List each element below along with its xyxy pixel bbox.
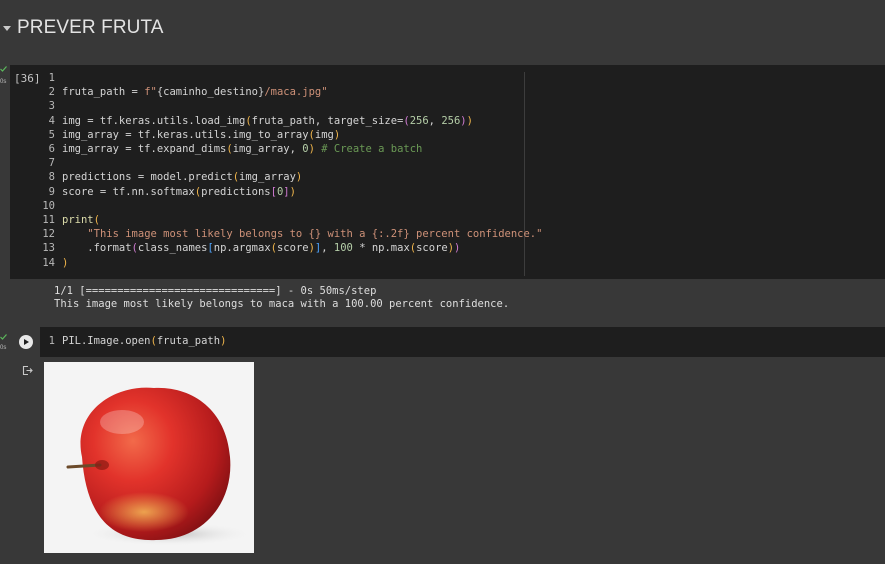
line-number: 14 — [42, 256, 55, 269]
line-number: 8 — [48, 171, 55, 184]
line-number: 11 — [42, 214, 55, 226]
code-line[interactable]: img = tf.keras.utils.load_img(fruta_path… — [62, 115, 473, 127]
code-line[interactable]: ) — [62, 257, 68, 269]
red-apple-photo — [66, 387, 254, 546]
code-line[interactable]: print( — [62, 214, 100, 226]
section-header[interactable]: PREVER FRUTA — [0, 0, 885, 58]
editor-ruler — [524, 72, 525, 276]
cell-run-time: 0s — [0, 345, 7, 351]
line-number: 12 — [42, 228, 55, 241]
line-number: 6 — [48, 143, 55, 155]
check-icon — [0, 334, 7, 340]
apple-image-output — [44, 362, 254, 553]
line-number: 1 — [48, 335, 55, 347]
line-number: 5 — [48, 128, 55, 141]
output-menu-icon[interactable] — [22, 365, 33, 376]
code-line[interactable]: PIL.Image.open(fruta_path) — [62, 335, 226, 347]
code-line[interactable]: score = tf.nn.softmax(predictions[0]) — [62, 186, 296, 198]
line-number: 9 — [48, 185, 55, 198]
code-line[interactable]: img_array = tf.keras.utils.img_to_array(… — [62, 129, 340, 141]
section-title: PREVER FRUTA — [17, 17, 164, 38]
line-number: 7 — [48, 157, 55, 170]
code-line[interactable]: img_array = tf.expand_dims(img_array, 0)… — [62, 143, 422, 155]
line-number: 1 — [48, 72, 55, 84]
output-line: This image most likely belongs to maca w… — [54, 298, 510, 310]
cell-run-time: 0s — [0, 79, 7, 85]
code-line[interactable]: "This image most likely belongs to {} wi… — [62, 228, 542, 240]
line-number: 3 — [48, 100, 55, 113]
line-number: 10 — [42, 199, 55, 212]
line-number: 13 — [42, 242, 55, 255]
line-number: 2 — [48, 86, 55, 99]
cell-output: 1/1 [==============================] - 0… — [10, 279, 885, 326]
code-line[interactable]: predictions = model.predict(img_array) — [62, 171, 302, 183]
check-icon — [0, 66, 7, 72]
output-line: 1/1 [==============================] - 0… — [54, 285, 377, 297]
code-line[interactable]: .format(class_names[np.argmax(score)], 1… — [62, 242, 460, 254]
line-number: 4 — [48, 114, 55, 127]
collapse-arrow-icon[interactable] — [3, 26, 11, 31]
code-line[interactable]: fruta_path = f"{caminho_destino}/maca.jp… — [62, 86, 328, 98]
